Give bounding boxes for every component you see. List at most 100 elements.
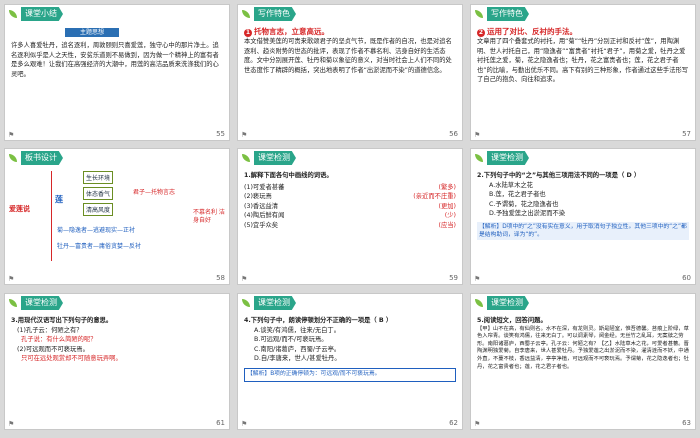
question-text: 3.用现代汉语写出下列句子的意思。	[11, 317, 113, 324]
answer-row: (4)陶后鲜有闻 (少)	[244, 211, 456, 221]
slide-heading: 2 运用了对比、反衬的手法。	[477, 27, 689, 37]
translation-text: 孔子说：有什么简陋的呢？	[21, 336, 97, 344]
answer-row: (3)香远益清 (更加)	[244, 202, 456, 212]
slide-59[interactable]: 课堂检测 1.解释下面各句中画线的词语。 (1)可爱者甚蕃 (繁多) (2)亵玩焉…	[237, 148, 463, 285]
slide-number: 60	[682, 274, 691, 282]
mindmap-title: 爱莲说	[9, 205, 30, 213]
slide-tab: 课堂检测	[254, 151, 296, 165]
answer-text: (更加)	[438, 202, 456, 210]
answer-text: (应当)	[438, 221, 456, 229]
slide-text: 许多人喜爱牡丹，追名逐利，周敦颐则只喜爱莲，独守心中的那片净土。追名逐利似乎是人…	[11, 42, 219, 78]
flag-icon: ⚑	[241, 420, 248, 428]
answer-row: (2)亵玩焉 (亲近而不庄重)	[244, 192, 456, 202]
leaf-icon	[475, 10, 483, 18]
slide-header: 课堂小结	[5, 5, 229, 23]
number-badge-icon: 2	[477, 29, 485, 37]
option-text: B.莲，花之君子者也	[489, 191, 546, 199]
flag-icon: ⚑	[241, 131, 248, 139]
slide-60[interactable]: 课堂检测 2.下列句子中的“之”与其他三项用法不同的一项是（ D ） A.水陆草…	[470, 148, 696, 285]
slide-58[interactable]: 板书设计 爱莲说 莲 生长环境 体态香气 清高风度 君子—托物言志 菊—隐逸者—…	[4, 148, 230, 285]
option-text: A.谈笑/有鸿儒，往来/无白丁。	[254, 326, 341, 334]
slide-number: 55	[216, 130, 225, 138]
leaf-icon	[9, 154, 17, 162]
slide-header: 课堂检测	[238, 149, 462, 167]
leaf-icon	[9, 10, 17, 18]
slide-63[interactable]: 课堂检测 5.阅读短文，回答问题。 【甲】山不在高，有仙则名。水不在深，有龙则灵…	[470, 293, 696, 430]
leaf-icon	[475, 154, 483, 162]
mindmap-branch: 菊—隐逸者—逃避现实—正衬	[57, 227, 136, 234]
slide-number: 59	[449, 274, 458, 282]
option-text: B.可远观/而不/可亵玩焉。	[254, 336, 328, 344]
flag-icon: ⚑	[241, 275, 248, 283]
slide-tab: 写作特色	[487, 7, 529, 21]
source-sentence: (2)可远观而不可亵玩焉。	[17, 345, 89, 353]
slide-tab: 课堂小结	[21, 7, 63, 21]
slide-header: 课堂检测	[471, 149, 695, 167]
slide-57[interactable]: 写作特色 2 运用了对比、反衬的手法。 文章用了四个叠套式的衬托，用“菊”“牡丹”…	[470, 4, 696, 141]
option-text: D.予独爱莲之出淤泥而不染	[489, 210, 566, 218]
slide-heading: 1 托物言志，立意高远。	[244, 27, 456, 37]
reading-passage: 【甲】山不在高，有仙则名。水不在深，有龙则灵。斯是陋室，惟吾德馨。苔痕上阶绿，草…	[477, 325, 689, 370]
slide-text: 本文借赞美莲的可贵来歌颂君子的坚贞气节，既是作者的自况，也是对追名逐利、趋炎附势…	[244, 38, 452, 74]
option-text: A.水陆草木之花	[489, 181, 533, 189]
question-line: (5)宜乎众矣	[244, 221, 279, 229]
flag-icon: ⚑	[8, 131, 15, 139]
slide-62[interactable]: 课堂检测 4.下列句子中，朗读停顿划分不正确的一项是（ B ） A.谈笑/有鸿儒…	[237, 293, 463, 430]
slide-header: 课堂检测	[471, 294, 695, 312]
lotus-label: 莲	[55, 195, 63, 204]
flag-icon: ⚑	[8, 275, 15, 283]
leaf-icon	[242, 299, 250, 307]
flag-icon: ⚑	[474, 420, 481, 428]
option-text: C.予谓菊，花之隐逸者也	[489, 200, 559, 208]
translation-text: 只可在远处观赏却不可随意玩弄啊。	[21, 355, 122, 363]
slide-tab: 写作特色	[254, 7, 296, 21]
mindmap-node: 清高风度	[83, 203, 114, 216]
question-text: 2.下列句子中的“之”与其他三项用法不同的一项是（ D ）	[477, 172, 641, 179]
slide-body: 1 托物言志，立意高远。 本文借赞美莲的可贵来歌颂君子的坚贞气节，既是作者的自况，…	[244, 27, 456, 128]
analysis-box: 【解析】D项中的“之”没有实在意义，用于取消句子独立性。其他三项中的“之”都是结…	[477, 221, 689, 240]
heading-text: 托物言志，立意高远。	[254, 27, 329, 36]
slide-body: 4.下列句子中，朗读停顿划分不正确的一项是（ B ） A.谈笑/有鸿儒，往来/无…	[244, 316, 456, 417]
slide-grid: 课堂小结 主题思想 许多人喜爱牡丹，追名逐利，周敦颐则只喜爱莲，独守心中的那片净…	[0, 0, 700, 438]
question-text: 4.下列句子中，朗读停顿划分不正确的一项是（ B ）	[244, 317, 393, 324]
leaf-icon	[475, 299, 483, 307]
mindmap-node: 体态香气	[83, 187, 114, 200]
slide-56[interactable]: 写作特色 1 托物言志，立意高远。 本文借赞美莲的可贵来歌颂君子的坚贞气节，既是作…	[237, 4, 463, 141]
number-badge-icon: 1	[244, 29, 252, 37]
slide-number: 58	[216, 274, 225, 282]
slide-header: 写作特色	[471, 5, 695, 23]
question-line: (4)陶后鲜有闻	[244, 212, 285, 220]
slide-number: 63	[682, 419, 691, 427]
slide-tab: 板书设计	[21, 151, 63, 165]
slide-tab: 课堂检测	[21, 296, 63, 310]
slide-61[interactable]: 课堂检测 3.用现代汉语写出下列句子的意思。 (1)孔子云：何陋之有？ 孔子说：…	[4, 293, 230, 430]
slide-header: 课堂检测	[238, 294, 462, 312]
leaf-icon	[242, 10, 250, 18]
flag-icon: ⚑	[474, 131, 481, 139]
slide-body: 5.阅读短文，回答问题。 【甲】山不在高，有仙则名。水不在深，有龙则灵。斯是陋室…	[477, 316, 689, 417]
mindmap-node: 生长环境	[83, 171, 114, 184]
mindmap-center: 君子—托物言志	[133, 189, 176, 196]
leaf-icon	[9, 299, 17, 307]
question-line: (3)香远益清	[244, 202, 279, 210]
option-text: C.南阳/诸葛庐，西蜀/子云亭。	[254, 345, 341, 353]
ribbon-label: 主题思想	[65, 28, 119, 37]
slide-number: 61	[216, 419, 225, 427]
slide-body: 3.用现代汉语写出下列句子的意思。 (1)孔子云：何陋之有？ 孔子说：有什么简陋…	[11, 316, 223, 417]
leaf-icon	[242, 154, 250, 162]
slide-header: 课堂检测	[5, 294, 229, 312]
slide-tab: 课堂检测	[487, 296, 529, 310]
answer-row: (5)宜乎众矣 (应当)	[244, 221, 456, 231]
slide-header: 写作特色	[238, 5, 462, 23]
slide-number: 57	[682, 130, 691, 138]
slide-tab: 课堂检测	[254, 296, 296, 310]
answer-text: (少)	[444, 212, 456, 220]
flag-icon: ⚑	[474, 275, 481, 283]
option-text: D.自/李唐来，世人/甚爱牡丹。	[254, 355, 341, 363]
answer-text: (亲近而不庄重)	[413, 193, 456, 201]
mindmap-summary: 不慕名利 洁身自好	[193, 209, 225, 224]
answer-row: (1)可爱者甚蕃 (繁多)	[244, 183, 456, 193]
slide-55[interactable]: 课堂小结 主题思想 许多人喜爱牡丹，追名逐利，周敦颐则只喜爱莲，独守心中的那片净…	[4, 4, 230, 141]
analysis-box: 【解析】B项的正确停顿为：可远观/而不可亵玩焉。	[244, 367, 456, 382]
source-sentence: (1)孔子云：何陋之有？	[17, 326, 83, 334]
